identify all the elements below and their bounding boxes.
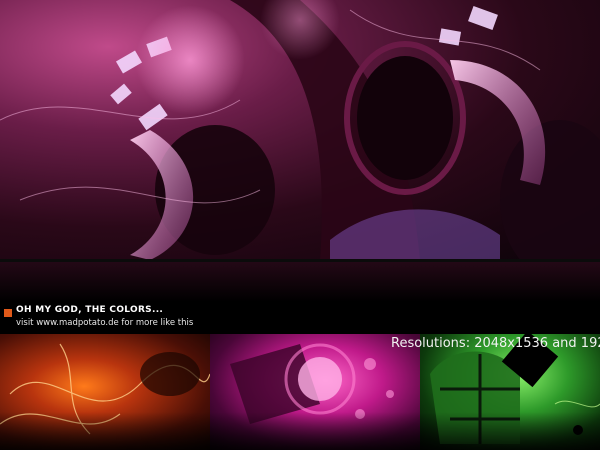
caption-headline: OH MY GOD, THE COLORS... [16,305,164,315]
thumbnail-fade [210,412,420,450]
thumbnail-fade [0,412,210,450]
thumbnail-fade [420,412,600,450]
thumbnail-strip [0,334,600,450]
thumbnail-green [420,334,600,450]
hero-reflection [0,262,600,302]
resolutions-label: Resolutions: 2048x1536 and 1920x1 [391,336,600,351]
thumbnail-orange [0,334,210,450]
caption-bullet-square [4,309,12,317]
hero-fractal-image [0,0,600,260]
thumbnail-pink [210,334,420,450]
caption-subline: visit www.madpotato.de for more like thi… [16,318,194,328]
